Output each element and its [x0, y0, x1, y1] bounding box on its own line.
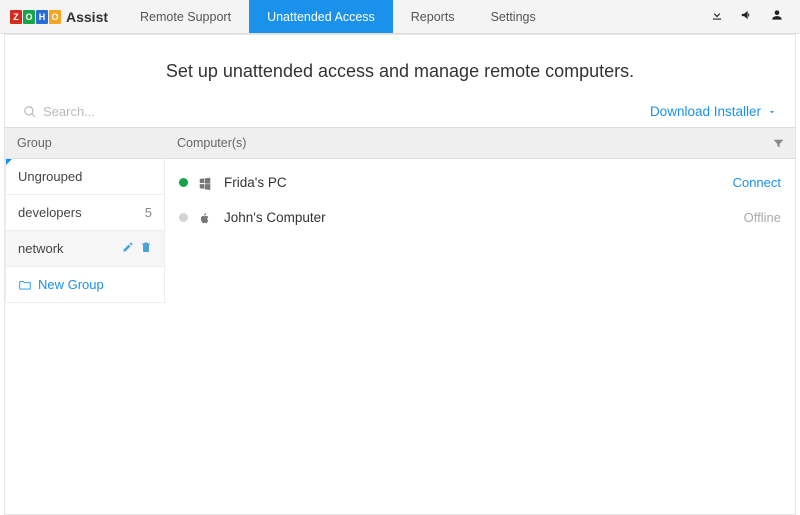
app-name: Assist [66, 9, 108, 25]
search-input[interactable] [43, 104, 243, 119]
user-icon[interactable] [762, 8, 792, 25]
status-online-icon [179, 178, 188, 187]
group-label: Ungrouped [18, 169, 82, 184]
body: Ungrouped developers 5 network [5, 159, 795, 303]
download-installer-label: Download Installer [650, 104, 761, 119]
search-icon [23, 105, 37, 119]
status-offline-icon [179, 213, 188, 222]
nav-settings[interactable]: Settings [473, 0, 554, 33]
filter-icon[interactable] [761, 128, 795, 158]
group-sidebar: Ungrouped developers 5 network [5, 159, 165, 303]
group-developers[interactable]: developers 5 [6, 195, 164, 231]
content: Set up unattended access and manage remo… [4, 34, 796, 515]
new-group-label: New Group [38, 277, 104, 292]
zoho-logo-icon: ZOHO [10, 10, 62, 24]
chevron-down-icon [767, 107, 777, 117]
page-heading: Set up unattended access and manage remo… [5, 35, 795, 100]
folder-icon [18, 278, 32, 292]
offline-label: Offline [744, 210, 781, 225]
group-ungrouped[interactable]: Ungrouped [6, 159, 164, 195]
computer-list: Frida's PC Connect John's Computer Offli… [165, 159, 795, 303]
group-count: 5 [145, 205, 152, 220]
search-box[interactable] [23, 104, 650, 119]
computer-row[interactable]: Frida's PC Connect [165, 165, 795, 200]
windows-icon [198, 176, 214, 190]
computer-row[interactable]: John's Computer Offline [165, 200, 795, 235]
topbar-actions [702, 0, 800, 33]
connect-button[interactable]: Connect [733, 175, 781, 190]
toolbar: Download Installer [5, 100, 795, 127]
download-installer-link[interactable]: Download Installer [650, 104, 777, 119]
header-group: Group [5, 128, 165, 158]
group-label: developers [18, 205, 82, 220]
group-network[interactable]: network [6, 231, 164, 267]
header-computers: Computer(s) [165, 128, 761, 158]
nav-remote-support[interactable]: Remote Support [122, 0, 249, 33]
download-icon[interactable] [702, 8, 732, 25]
edit-icon[interactable] [122, 241, 134, 256]
group-actions [122, 241, 152, 256]
announce-icon[interactable] [732, 8, 762, 25]
nav-reports[interactable]: Reports [393, 0, 473, 33]
computer-name: John's Computer [224, 210, 326, 225]
nav-unattended-access[interactable]: Unattended Access [249, 0, 393, 33]
group-label: network [18, 241, 64, 256]
table-headers: Group Computer(s) [5, 127, 795, 159]
app-logo: ZOHO Assist [0, 0, 122, 33]
apple-icon [198, 211, 214, 225]
delete-icon[interactable] [140, 241, 152, 256]
new-group-button[interactable]: New Group [6, 267, 164, 302]
topbar: ZOHO Assist Remote Support Unattended Ac… [0, 0, 800, 34]
main-nav: Remote Support Unattended Access Reports… [122, 0, 554, 33]
computer-name: Frida's PC [224, 175, 287, 190]
